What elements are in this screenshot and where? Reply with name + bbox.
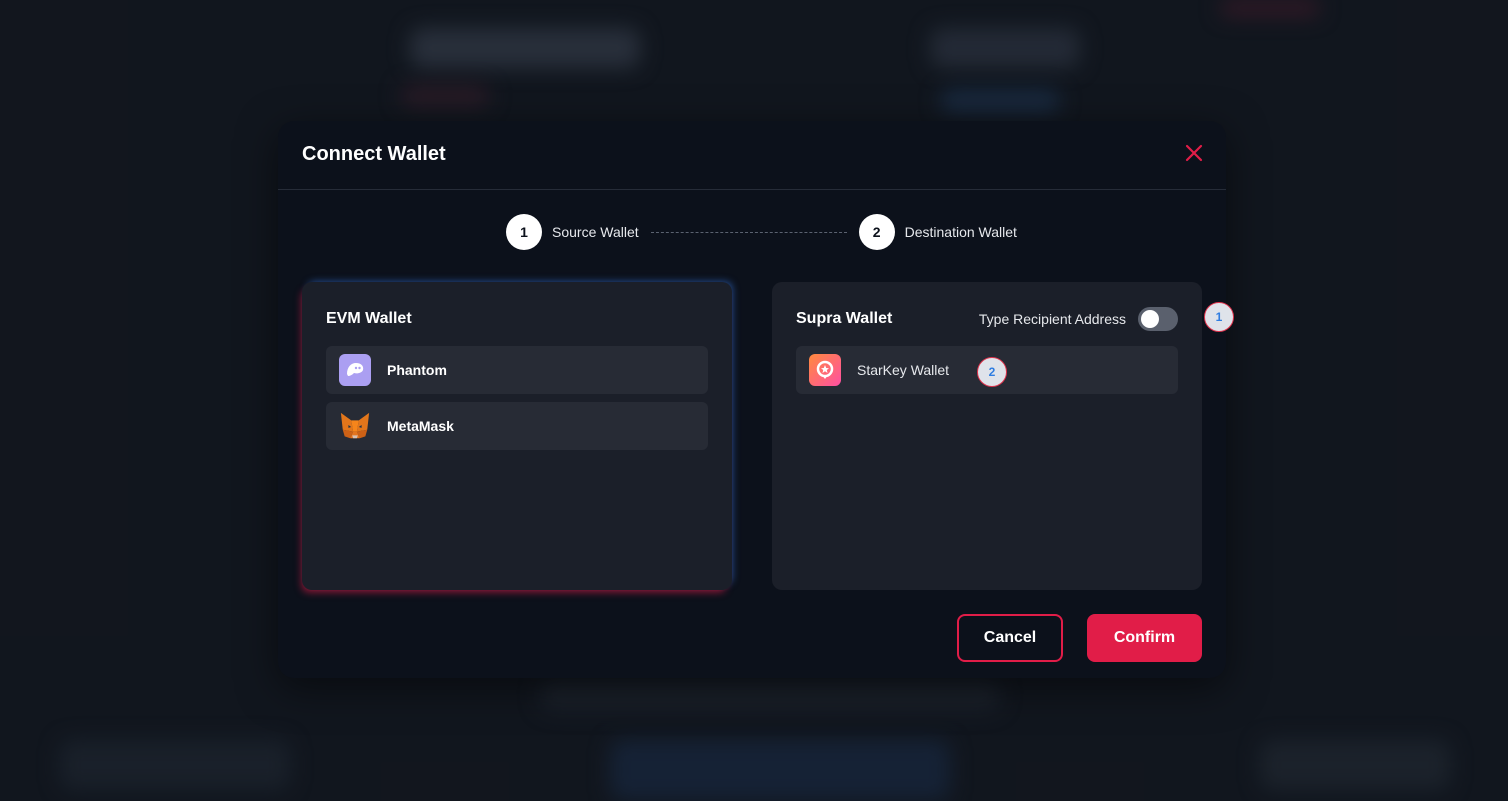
- close-button[interactable]: [1182, 141, 1206, 165]
- evm-wallet-panel: EVM Wallet Phantom MetaMask: [302, 282, 732, 590]
- metamask-icon: [339, 410, 371, 442]
- wallet-stepper: 1 Source Wallet 2 Destination Wallet: [506, 213, 1017, 251]
- modal-header: Connect Wallet: [278, 121, 1226, 190]
- step-number-2: 2: [858, 214, 895, 250]
- annotation-marker-1: 1: [1204, 302, 1234, 332]
- step-connector: [650, 231, 847, 233]
- wallet-name: MetaMask: [387, 418, 454, 434]
- phantom-icon: [339, 354, 371, 386]
- wallet-option-metamask[interactable]: MetaMask: [326, 402, 708, 450]
- step-label-destination: Destination Wallet: [904, 224, 1017, 240]
- step-label-source: Source Wallet: [552, 224, 639, 240]
- panel-title: EVM Wallet: [326, 310, 412, 327]
- wallet-option-phantom[interactable]: Phantom: [326, 346, 708, 394]
- toggle-knob: [1141, 310, 1159, 328]
- close-icon: [1185, 144, 1203, 162]
- starkey-icon: [809, 354, 841, 386]
- wallet-name: StarKey Wallet: [857, 362, 950, 378]
- modal-title: Connect Wallet: [302, 143, 446, 165]
- connect-wallet-modal: Connect Wallet 1 Source Wallet 2 Destina…: [278, 121, 1226, 678]
- cancel-button[interactable]: Cancel: [957, 614, 1063, 662]
- panel-title: Supra Wallet: [796, 310, 893, 327]
- step-number-1: 1: [506, 214, 542, 250]
- wallet-name: Phantom: [387, 362, 447, 378]
- recipient-address-toggle[interactable]: [1138, 307, 1178, 331]
- recipient-toggle-label: Type Recipient Address: [978, 311, 1126, 327]
- annotation-marker-2: 2: [977, 357, 1007, 387]
- confirm-button[interactable]: Confirm: [1087, 614, 1202, 662]
- supra-wallet-panel: Supra Wallet Type Recipient Address Star…: [772, 282, 1202, 590]
